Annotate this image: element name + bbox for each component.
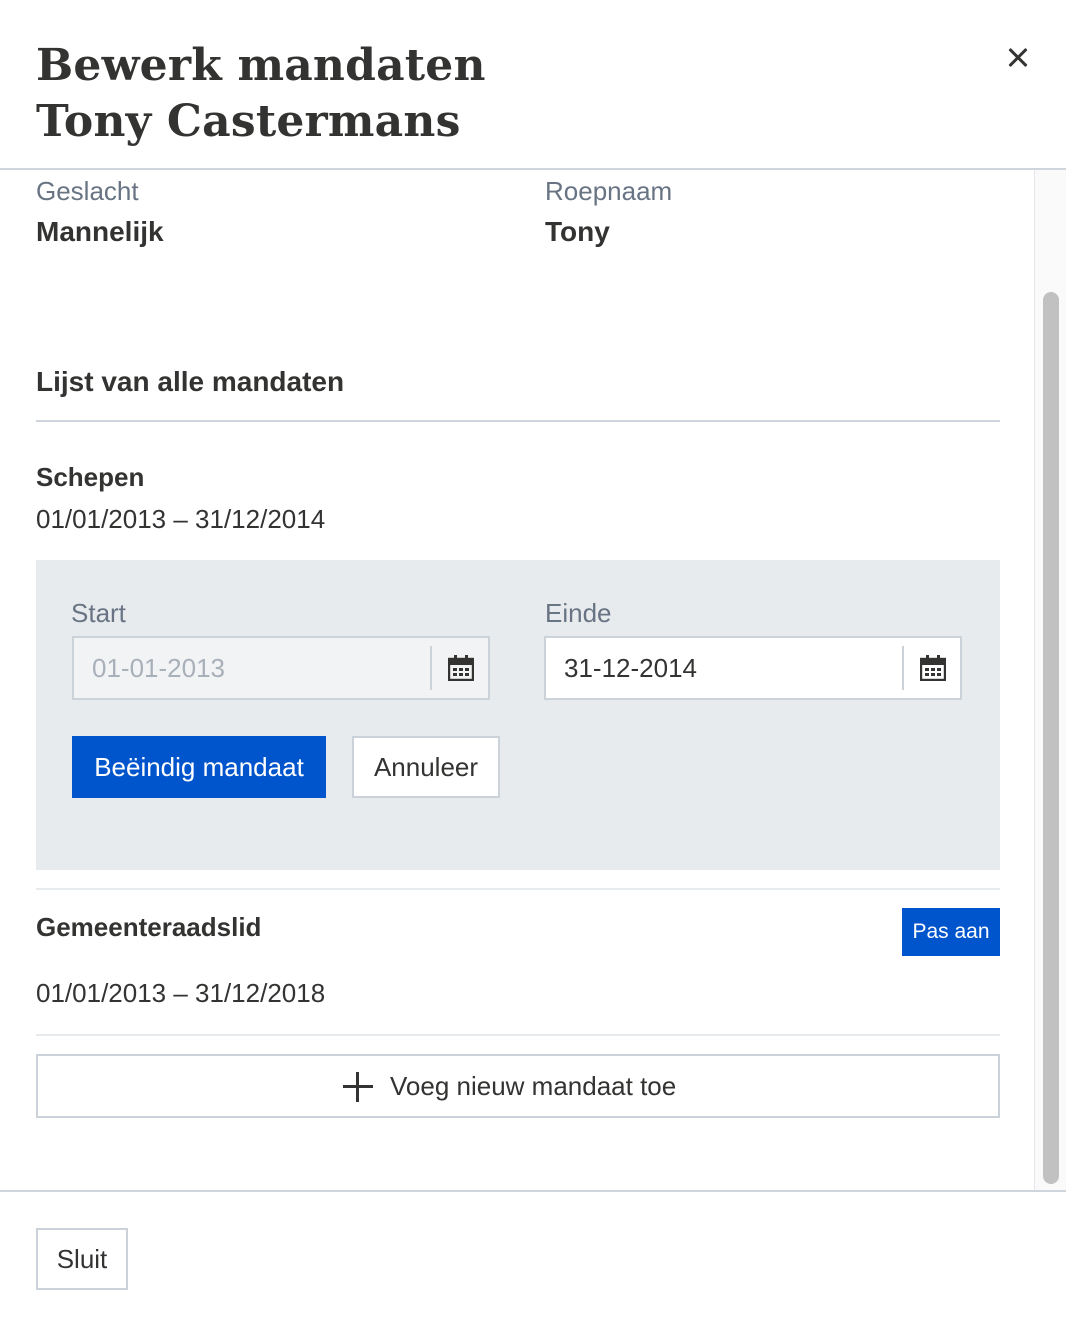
input-separator: [902, 646, 904, 690]
modal-title: Bewerk mandaten Tony Castermans: [36, 38, 486, 150]
start-date-value: 01-01-2013: [92, 653, 225, 683]
modal-header: Bewerk mandaten Tony Castermans: [0, 0, 1066, 170]
end-label: Einde: [545, 598, 612, 628]
mandate-name-gemeenteraadslid: Gemeenteraadslid: [36, 912, 262, 942]
calendar-icon[interactable]: [920, 655, 946, 681]
mandates-section-title: Lijst van alle mandaten: [36, 366, 345, 397]
gender-label: Geslacht: [36, 176, 139, 206]
plus-icon: [343, 1072, 373, 1102]
mandate-dates-schepen: 01/01/2013 – 31/12/2014: [36, 504, 326, 534]
modal-title-line2: Tony Castermans: [36, 96, 461, 147]
mandate-dates-gemeenteraadslid: 01/01/2013 – 31/12/2018: [36, 978, 326, 1008]
end-date-value[interactable]: 31-12-2014: [564, 638, 697, 698]
mandate-divider: [36, 888, 1000, 890]
close-icon[interactable]: [998, 38, 1038, 78]
end-date-field[interactable]: 31-12-2014: [544, 636, 962, 700]
mandate-edit-panel: Start 01-01-2013 Einde 31-12-2014 Beëind…: [36, 560, 1000, 870]
mandate-divider: [36, 1034, 1000, 1036]
edit-mandates-modal: Bewerk mandaten Tony Castermans Geslacht…: [0, 0, 1066, 1326]
close-button[interactable]: Sluit: [36, 1228, 128, 1290]
edit-mandate-button[interactable]: Pas aan: [902, 908, 1000, 956]
nickname-label: Roepnaam: [545, 176, 673, 206]
start-date-field: 01-01-2013: [72, 636, 490, 700]
gender-value: Mannelijk: [36, 216, 164, 247]
add-mandate-label: Voeg nieuw mandaat toe: [390, 1071, 677, 1101]
scrollbar-thumb[interactable]: [1043, 292, 1059, 1184]
section-divider: [36, 420, 1000, 422]
calendar-icon: [448, 655, 474, 681]
add-mandate-button[interactable]: Voeg nieuw mandaat toe: [36, 1054, 1000, 1118]
modal-body: Geslacht Mannelijk Roepnaam Tony Lijst v…: [0, 170, 1066, 1190]
nickname-value: Tony: [545, 216, 610, 247]
end-mandate-button[interactable]: Beëindig mandaat: [72, 736, 326, 798]
start-label: Start: [71, 598, 126, 628]
cancel-button[interactable]: Annuleer: [352, 736, 500, 798]
mandate-name-schepen: Schepen: [36, 462, 145, 492]
input-separator: [430, 646, 432, 690]
modal-title-line1: Bewerk mandaten: [36, 40, 486, 91]
modal-footer: Sluit: [0, 1190, 1066, 1326]
